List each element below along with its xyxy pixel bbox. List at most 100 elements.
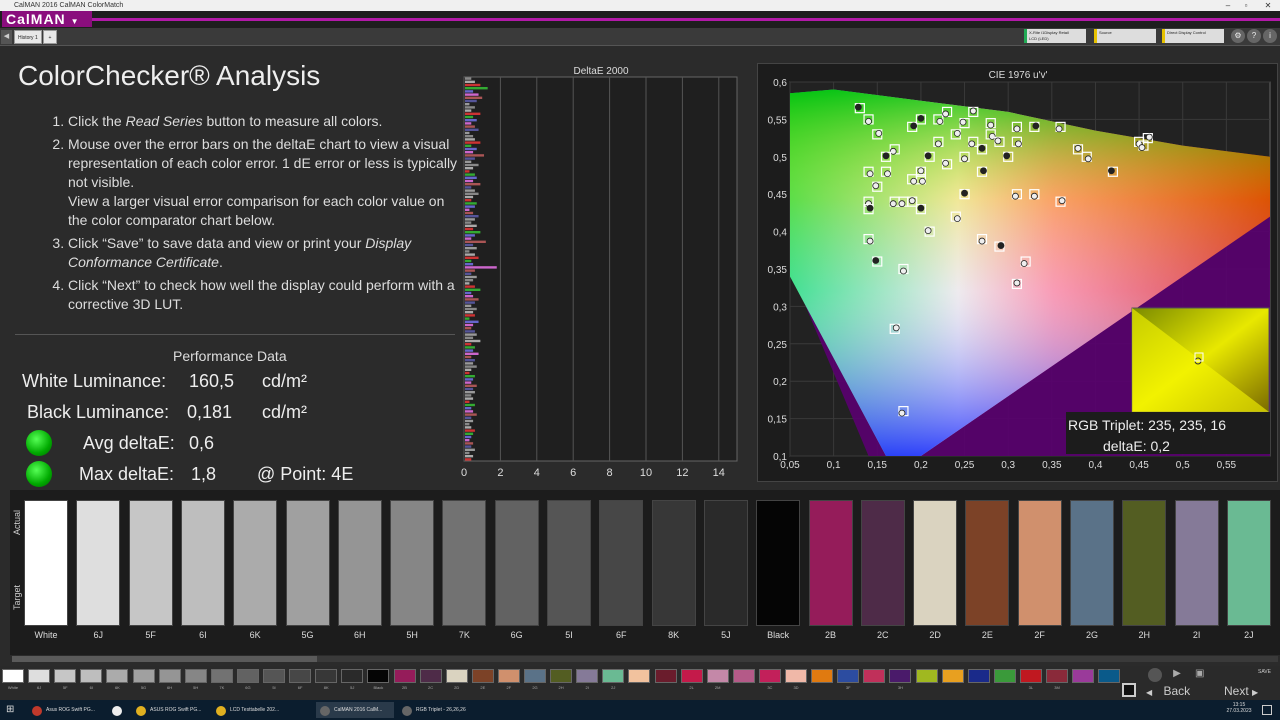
record-icon[interactable] <box>1148 668 1162 682</box>
color-swatch[interactable] <box>494 500 539 626</box>
strip-swatch[interactable] <box>915 669 938 683</box>
color-swatch[interactable] <box>913 500 958 626</box>
help-icon[interactable]: ? <box>1247 29 1261 43</box>
strip-swatch[interactable] <box>1098 669 1121 683</box>
strip-swatch[interactable] <box>863 669 886 683</box>
color-swatch[interactable] <box>285 500 330 626</box>
color-swatch[interactable] <box>860 500 905 626</box>
tab-add[interactable]: + <box>43 30 57 44</box>
swatch-scrollbar[interactable] <box>12 656 1278 662</box>
color-swatch[interactable] <box>337 500 382 626</box>
strip-swatch[interactable] <box>967 669 990 683</box>
strip-swatch[interactable] <box>341 669 364 683</box>
taskbar-item-5[interactable]: CalMAN 2016 CalM... <box>316 702 394 718</box>
color-swatch[interactable] <box>599 500 644 626</box>
taskbar-item-3[interactable]: ASUS ROG Swift PG... <box>132 702 208 718</box>
strip-swatch[interactable] <box>758 669 781 683</box>
strip-swatch[interactable] <box>602 669 625 683</box>
meter-dropdown[interactable]: X-Rite i1Display Retail LCD (LED) <box>1024 29 1086 43</box>
taskbar-item-1[interactable]: Asus ROG Swift PG... <box>28 702 103 718</box>
taskbar-item-6[interactable]: RGB Triplet - 26,26,26 <box>398 702 480 718</box>
color-swatch[interactable] <box>756 500 801 626</box>
color-swatch[interactable] <box>1226 500 1271 626</box>
strip-swatch[interactable] <box>837 669 860 683</box>
strip-swatch[interactable] <box>680 669 703 683</box>
strip-swatch[interactable] <box>289 669 312 683</box>
strip-swatch[interactable] <box>785 669 807 683</box>
stop-icon[interactable] <box>1122 683 1136 697</box>
cie-diagram[interactable]: CIE 1976 u'v' 0,05 0,1 0,15 0,2 0,25 0,3 0,35 0… <box>758 64 1279 483</box>
next-button[interactable]: Next ▶ <box>1224 684 1280 700</box>
strip-swatch[interactable] <box>54 669 77 683</box>
taskbar-item-2[interactable] <box>108 702 130 718</box>
strip-swatch[interactable] <box>524 669 546 683</box>
color-swatch[interactable] <box>76 500 121 626</box>
clock[interactable]: 13:15 27.03.2023 <box>1224 702 1254 714</box>
strip-swatch[interactable] <box>445 669 468 683</box>
strip-swatch[interactable] <box>263 669 285 683</box>
strip-swatch[interactable] <box>1046 669 1068 683</box>
color-swatch[interactable] <box>128 500 173 626</box>
strip-swatch[interactable] <box>184 669 207 683</box>
strip-swatch[interactable] <box>706 669 729 683</box>
strip-swatch[interactable] <box>550 669 573 683</box>
strip-swatch[interactable] <box>106 669 129 683</box>
strip-swatch[interactable] <box>654 669 677 683</box>
cie-chart-panel[interactable]: CIE 1976 u'v' 0,05 0,1 0,15 0,2 0,25 0,3 0,35 0… <box>757 63 1278 482</box>
save-button[interactable]: SAVE <box>1258 669 1271 675</box>
color-swatch[interactable] <box>1122 500 1167 626</box>
notification-icon[interactable] <box>1262 705 1272 715</box>
color-swatch[interactable] <box>547 500 591 626</box>
source-dropdown[interactable]: Source <box>1094 29 1156 43</box>
back-button[interactable]: ◀ Back <box>1146 684 1222 700</box>
strip-swatch[interactable] <box>28 669 51 683</box>
deltae-bar-chart[interactable]: DeltaE 2000 0 2 4 6 8 10 12 14 <box>460 63 745 483</box>
color-swatch[interactable] <box>233 500 278 626</box>
strip-swatch[interactable] <box>210 669 233 683</box>
info-icon[interactable]: i <box>1263 29 1277 43</box>
strip-swatch[interactable] <box>236 669 259 683</box>
strip-swatch[interactable] <box>315 669 338 683</box>
color-swatch[interactable] <box>1174 500 1219 626</box>
strip-swatch[interactable] <box>158 669 181 683</box>
strip-swatch[interactable] <box>132 669 155 683</box>
strip-swatch[interactable] <box>471 669 494 683</box>
strip-swatch[interactable] <box>628 669 651 683</box>
strip-swatch[interactable] <box>811 669 834 683</box>
color-swatch[interactable] <box>703 500 748 626</box>
taskbar-item-4[interactable]: LCD Testtabelle 202... <box>212 702 294 718</box>
color-swatch[interactable] <box>180 500 225 626</box>
windows-start-icon[interactable]: ⊞ <box>6 704 18 716</box>
strip-swatch[interactable] <box>1072 669 1095 683</box>
color-swatch[interactable] <box>1017 500 1062 626</box>
tab-history-1[interactable]: History 1 <box>14 30 42 44</box>
strip-swatch[interactable] <box>2 669 24 683</box>
color-swatch[interactable] <box>24 500 68 626</box>
color-swatch[interactable] <box>1070 500 1114 626</box>
settings-icon[interactable]: ⚙ <box>1231 29 1245 43</box>
strip-swatch[interactable] <box>367 669 390 683</box>
strip-swatch[interactable] <box>889 669 912 683</box>
color-swatch[interactable] <box>442 500 487 626</box>
strip-swatch[interactable] <box>80 669 103 683</box>
strip-swatch[interactable] <box>732 669 755 683</box>
swatch-scrollbar-thumb[interactable] <box>12 656 317 662</box>
strip-swatch[interactable] <box>993 669 1016 683</box>
strip-swatch[interactable] <box>1019 669 1042 683</box>
strip-swatch[interactable] <box>393 669 416 683</box>
color-swatch[interactable] <box>651 500 696 626</box>
color-swatch[interactable] <box>390 500 435 626</box>
tab-scroll-left-icon[interactable]: ◀ <box>1 30 12 44</box>
color-swatch[interactable] <box>965 500 1010 626</box>
close-icon[interactable]: ✕ <box>1258 0 1278 11</box>
strip-swatch[interactable] <box>576 669 599 683</box>
maximize-icon[interactable]: ▫ <box>1236 0 1256 11</box>
calman-logo-menu[interactable]: CalMAN ▼ <box>2 11 92 27</box>
strip-swatch[interactable] <box>497 669 520 683</box>
color-swatch[interactable] <box>808 500 853 626</box>
play-icon[interactable]: ▶ <box>1170 668 1184 682</box>
display-dropdown[interactable]: Direct Display Control <box>1162 29 1224 43</box>
save-disk-icon[interactable]: ▣ <box>1195 668 1207 682</box>
strip-swatch[interactable] <box>419 669 442 683</box>
minimize-icon[interactable]: – <box>1218 0 1238 11</box>
